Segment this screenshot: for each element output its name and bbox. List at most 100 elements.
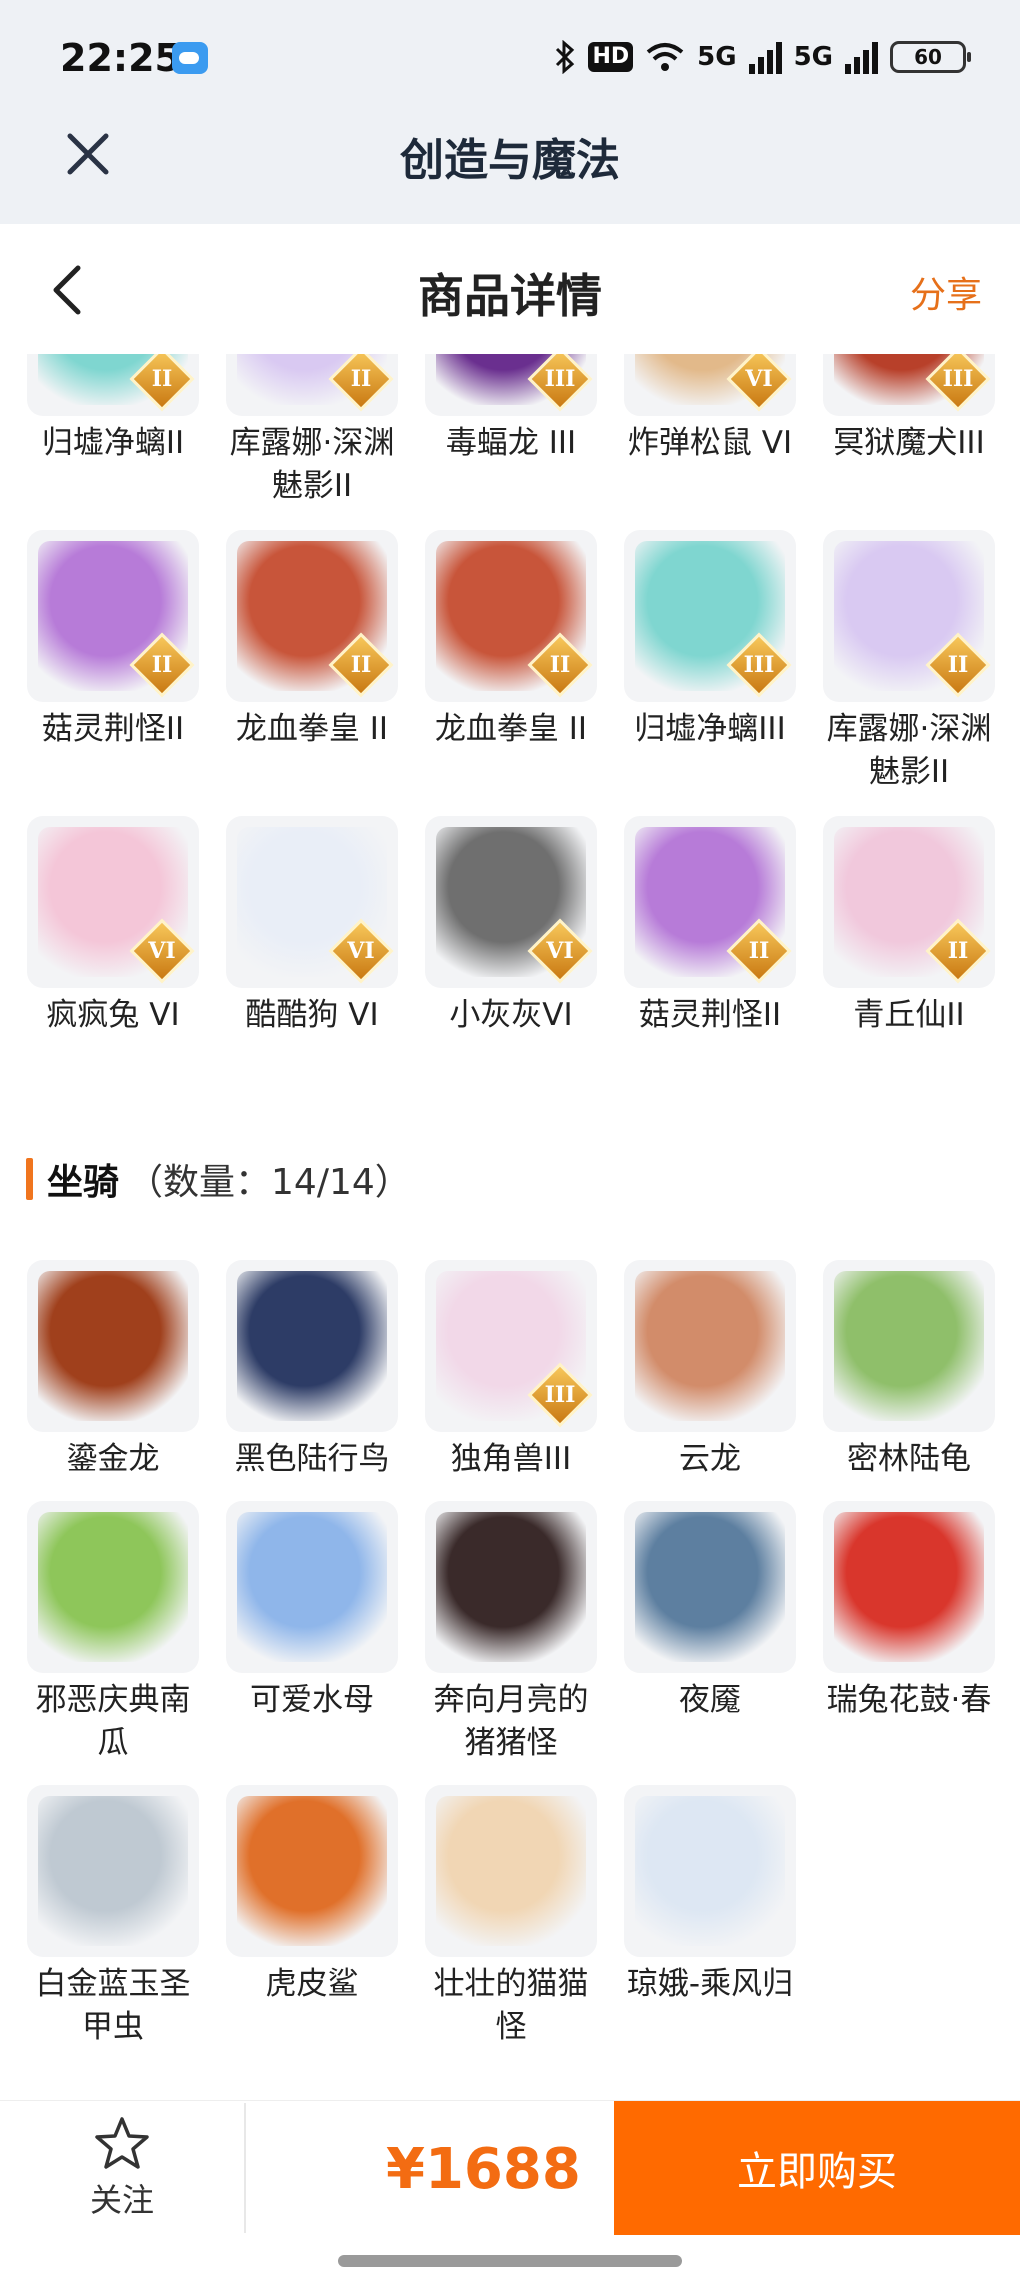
pet-name: 库露娜·深渊魅影II <box>229 425 395 504</box>
mount-image <box>834 1271 984 1421</box>
mount-name: 黑色陆行鸟 <box>234 1441 390 1477</box>
pet-thumbnail: II <box>425 530 597 702</box>
section-title: 坐骑 <box>47 1162 120 1203</box>
mount-image <box>635 1796 785 1946</box>
mount-card[interactable]: 密林陆龟 <box>823 1260 995 1481</box>
pet-card[interactable]: II 青丘仙II <box>823 816 995 1037</box>
mount-image <box>635 1512 785 1662</box>
mount-card[interactable]: 琼娥-乘风归 <box>624 1785 796 2049</box>
rank-label: II <box>350 652 372 678</box>
bottom-bar: 关注 ¥1688 立即购买 <box>0 2100 1020 2280</box>
section-accent-bar <box>26 1158 33 1200</box>
pet-thumbnail: VI <box>624 354 796 416</box>
rank-label: II <box>947 938 969 964</box>
mount-thumbnail <box>624 1501 796 1673</box>
page-header: 商品详情 分享 <box>0 224 1020 354</box>
page-title: 商品详情 <box>418 269 602 323</box>
app-title: 创造与魔法 <box>400 135 620 186</box>
rank-label: II <box>151 652 173 678</box>
pet-name: 青丘仙II <box>853 997 965 1033</box>
pet-thumbnail: III <box>425 354 597 416</box>
pet-card[interactable]: VI 小灰灰VI <box>425 816 597 1037</box>
pet-card[interactable]: VI 炸弹松鼠 VI <box>624 354 796 508</box>
product-content[interactable]: II 归墟净螭II II 库露娜·深渊魅影II III 毒蝠龙 III VI 炸弹松鼠 VI I… <box>0 354 1020 2100</box>
mount-name: 琼娥-乘风归 <box>626 1966 794 2002</box>
pet-thumbnail: VI <box>27 816 199 988</box>
mount-card[interactable]: 可爱水母 <box>226 1501 398 1765</box>
mount-thumbnail <box>425 1501 597 1673</box>
buy-now-button[interactable]: 立即购买 <box>614 2101 1020 2235</box>
rank-label: III <box>942 366 974 392</box>
rank-label: III <box>743 652 775 678</box>
share-button[interactable]: 分享 <box>910 266 982 318</box>
pet-card[interactable]: III 冥狱魔犬III <box>823 354 995 508</box>
pet-name: 小灰灰VI <box>449 997 573 1033</box>
section-count: （数量：14/14） <box>127 1162 411 1203</box>
mount-card[interactable]: 白金蓝玉圣甲虫 <box>27 1785 199 2049</box>
status-time: 22:25 <box>60 36 181 80</box>
mount-thumbnail <box>226 1501 398 1673</box>
pet-name: 菇灵荆怪II <box>41 711 185 747</box>
pet-thumbnail: II <box>226 354 398 416</box>
mount-name: 壮壮的猫猫怪 <box>433 1966 589 2045</box>
pet-card[interactable]: II 菇灵荆怪II <box>27 530 199 794</box>
pet-card[interactable]: II 库露娜·深渊魅影II <box>823 530 995 794</box>
mount-name: 密林陆龟 <box>847 1441 971 1477</box>
mount-card[interactable]: 黑色陆行鸟 <box>226 1260 398 1481</box>
wifi-icon <box>646 43 684 71</box>
pet-thumbnail: II <box>27 354 199 416</box>
rank-label: VI <box>347 938 375 964</box>
pet-thumbnail: III <box>823 354 995 416</box>
mount-card[interactable]: III 独角兽III <box>425 1260 597 1481</box>
mount-card[interactable]: 壮壮的猫猫怪 <box>425 1785 597 2049</box>
rank-label: II <box>151 366 173 392</box>
mount-image <box>237 1796 387 1946</box>
pet-thumbnail: II <box>823 816 995 988</box>
mounts-section-header: 坐骑 （数量：14/14） <box>26 1154 411 1204</box>
pet-name: 库露娜·深渊魅影II <box>826 711 992 790</box>
mount-image <box>38 1271 188 1421</box>
mount-name: 白金蓝玉圣甲虫 <box>35 1966 191 2045</box>
pet-card[interactable]: II 龙血拳皇 II <box>226 530 398 794</box>
battery-icon: 60 <box>890 41 971 73</box>
rank-label: II <box>549 652 571 678</box>
mount-card[interactable]: 虎皮鲨 <box>226 1785 398 2049</box>
pet-grid: II 归墟净螭II II 库露娜·深渊魅影II III 毒蝠龙 III VI 炸弹松鼠 VI I… <box>0 354 1020 1037</box>
pet-thumbnail: II <box>226 530 398 702</box>
pet-name: 龙血拳皇 II <box>235 711 389 747</box>
follow-label: 关注 <box>89 2181 154 2219</box>
rank-label: III <box>544 366 576 392</box>
pet-card[interactable]: II 归墟净螭II <box>27 354 199 508</box>
pet-card[interactable]: II 菇灵荆怪II <box>624 816 796 1037</box>
top-area: 22:25 HD 5G 5G 60 创造与魔法 <box>0 0 1020 224</box>
star-icon <box>95 2117 149 2169</box>
pet-card[interactable]: VI 疯疯兔 VI <box>27 816 199 1037</box>
mount-card[interactable]: 瑞兔花鼓·春 <box>823 1501 995 1765</box>
pet-thumbnail: VI <box>425 816 597 988</box>
mount-card[interactable]: 邪恶庆典南瓜 <box>27 1501 199 1765</box>
mount-name: 可爱水母 <box>250 1682 374 1718</box>
rank-label: VI <box>148 938 176 964</box>
mount-thumbnail <box>226 1785 398 1957</box>
rank-label: III <box>544 1382 576 1408</box>
pet-thumbnail: II <box>823 530 995 702</box>
mount-card[interactable]: 夜魇 <box>624 1501 796 1765</box>
mount-card[interactable]: 云龙 <box>624 1260 796 1481</box>
follow-button[interactable]: 关注 <box>0 2101 244 2235</box>
pet-card[interactable]: II 龙血拳皇 II <box>425 530 597 794</box>
pet-card[interactable]: VI 酷酷狗 VI <box>226 816 398 1037</box>
pet-name: 炸弹松鼠 VI <box>627 425 793 461</box>
pet-card[interactable]: III 归墟净螭III <box>624 530 796 794</box>
pet-name: 冥狱魔犬III <box>833 425 985 461</box>
pet-card[interactable]: III 毒蝠龙 III <box>425 354 597 508</box>
mount-name: 瑞兔花鼓·春 <box>826 1682 992 1718</box>
mount-card[interactable]: 鎏金龙 <box>27 1260 199 1481</box>
pet-name: 酷酷狗 VI <box>245 997 379 1033</box>
mount-name: 奔向月亮的猪猪怪 <box>433 1682 589 1761</box>
mount-name: 独角兽III <box>450 1441 572 1477</box>
mount-card[interactable]: 奔向月亮的猪猪怪 <box>425 1501 597 1765</box>
pet-card[interactable]: II 库露娜·深渊魅影II <box>226 354 398 508</box>
mount-thumbnail <box>823 1501 995 1673</box>
mount-thumbnail <box>624 1785 796 1957</box>
mount-grid: 鎏金龙 黑色陆行鸟 III 独角兽III 云龙 密林陆龟邪恶庆典南瓜 可爱水母 奔向月亮的猪猪… <box>0 1260 1020 2049</box>
